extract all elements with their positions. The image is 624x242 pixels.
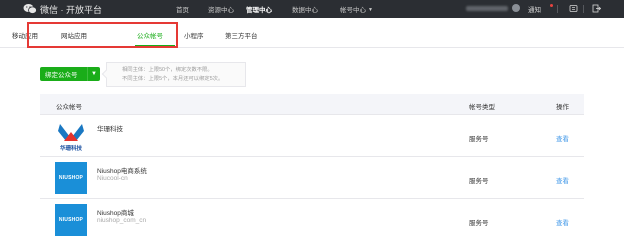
nav-account[interactable]: 帐号中心 ▼	[340, 4, 373, 14]
tab-mobile-apps[interactable]: 移动应用	[12, 30, 38, 40]
nav-home[interactable]: 首页	[176, 4, 189, 14]
wechat-logo-icon	[23, 4, 37, 14]
username-blurred[interactable]	[466, 6, 508, 11]
account-id: Niucool-cn	[97, 175, 128, 182]
logout-icon[interactable]	[592, 4, 601, 13]
header-account-type: 帐号类型	[469, 104, 495, 111]
account-logo: NIUSHOP	[55, 162, 87, 194]
active-tab-indicator	[135, 45, 175, 47]
account-name: Niushop电商系统	[97, 168, 147, 175]
tab-mini-programs[interactable]: 小程序	[184, 30, 204, 40]
notice-badge	[550, 4, 553, 7]
binding-limit-tips: 相同主体：上限50个，绑定次数不限。 不同主体：上限5个，本月还可以绑定5次。	[101, 62, 246, 87]
notice-link[interactable]: 通知	[528, 4, 541, 14]
logo-caption: 华珊科技	[60, 144, 83, 152]
view-link[interactable]: 查看	[556, 133, 569, 143]
table-row: NIUSHOP Niushop商城 niushop_com_cn 服务号 查看	[40, 199, 584, 241]
table-row: 华珊科技 华珊科技 服务号 查看	[40, 115, 584, 157]
nav-account-label: 帐号中心	[340, 7, 366, 14]
account-logo: NIUSHOP	[55, 204, 87, 236]
tab-third-party-platform[interactable]: 第三方平台	[225, 30, 258, 40]
brand[interactable]: 微信 · 开放平台	[23, 3, 102, 15]
chevron-down-icon[interactable]: ▼	[87, 67, 100, 81]
divider	[583, 5, 584, 13]
header-action: 操作	[556, 104, 569, 111]
account-name: 华珊科技	[97, 126, 123, 133]
tips-different-subject: 不同主体：上限5个，本月还可以绑定5次。	[122, 76, 224, 82]
nav-resources[interactable]: 资源中心	[208, 4, 234, 14]
bind-official-account-button[interactable]: 绑定公众号 ▼	[40, 67, 100, 81]
tab-website-apps[interactable]: 网站应用	[61, 30, 87, 40]
chevron-down-icon: ▼	[368, 7, 373, 13]
header-account: 公众帐号	[56, 104, 82, 111]
nav-management[interactable]: 管理中心	[246, 4, 272, 14]
tab-official-accounts[interactable]: 公众帐号	[137, 30, 163, 40]
nav-data[interactable]: 数据中心	[292, 4, 318, 14]
account-name: Niushop商城	[97, 210, 134, 217]
tips-same-subject: 相同主体：上限50个，绑定次数不限。	[122, 67, 213, 73]
account-type: 服务号	[469, 178, 489, 185]
brand-title: 微信 · 开放平台	[40, 4, 102, 15]
help-icon[interactable]	[569, 4, 578, 13]
avatar[interactable]	[512, 4, 520, 12]
account-type: 服务号	[469, 136, 489, 143]
account-logo: 华珊科技	[55, 120, 87, 152]
view-link[interactable]: 查看	[556, 175, 569, 185]
divider	[557, 5, 558, 13]
tips-arrow	[101, 69, 111, 79]
view-link[interactable]: 查看	[556, 217, 569, 227]
table-row: NIUSHOP Niushop电商系统 Niucool-cn 服务号 查看	[40, 157, 584, 199]
account-id: niushop_com_cn	[97, 217, 147, 224]
account-type: 服务号	[469, 220, 489, 227]
top-navigation-bar: 微信 · 开放平台 首页 资源中心 管理中心 数据中心 帐号中心 ▼ 通知	[0, 0, 624, 18]
table-header: 公众帐号 帐号类型 操作	[40, 94, 584, 115]
sub-tabs: 移动应用 网站应用 公众帐号 小程序 第三方平台	[0, 18, 624, 48]
bind-button-label: 绑定公众号	[45, 72, 78, 79]
huashan-logo-icon: 华珊科技	[58, 124, 84, 152]
